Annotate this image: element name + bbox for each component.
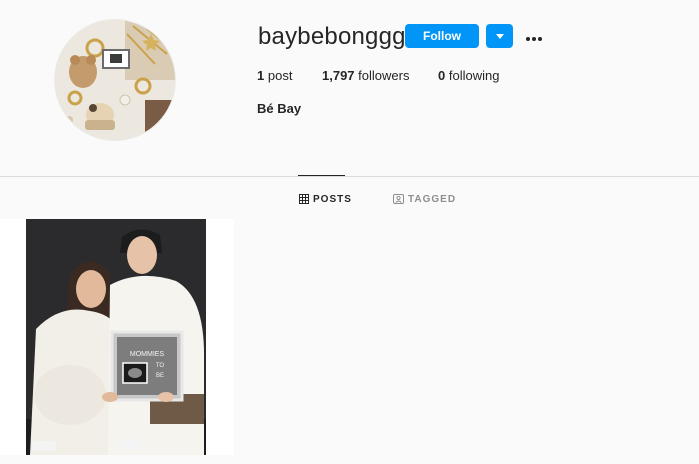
tag-user-icon <box>393 194 404 204</box>
ellipsis-icon <box>525 29 543 44</box>
posts-count: 1 <box>257 68 265 83</box>
grid-icon <box>299 194 309 204</box>
post-thumbnail[interactable]: MOMMIES TO BE <box>0 219 234 455</box>
suggested-accounts-button[interactable] <box>486 24 513 48</box>
tab-posts[interactable]: POSTS <box>299 192 352 206</box>
tab-tagged-label: TAGGED <box>408 193 457 205</box>
more-options-button[interactable] <box>522 26 546 46</box>
tab-tagged[interactable]: TAGGED <box>393 192 456 206</box>
profile-username: baybebonggg <box>258 23 406 50</box>
profile-page: baybebonggg Follow 1 post 1,797 follower… <box>0 0 699 464</box>
posts-count-stat: 1 post <box>257 68 292 84</box>
following-label: following <box>448 68 500 83</box>
avatar-image <box>55 20 175 140</box>
svg-text:BE: BE <box>156 373 164 379</box>
following-link[interactable]: 0 following <box>438 68 499 84</box>
active-tab-indicator <box>298 175 345 176</box>
profile-avatar[interactable] <box>55 20 175 140</box>
posts-label: post <box>267 68 293 83</box>
chevron-down-icon <box>495 33 504 39</box>
tabs-divider <box>0 176 699 177</box>
profile-full-name: Bé Bay <box>257 101 302 116</box>
post-image: MOMMIES TO BE <box>0 219 234 455</box>
post-board-text: MOMMIES <box>130 351 165 358</box>
followers-label: followers <box>358 68 410 83</box>
followers-count: 1,797 <box>322 68 355 83</box>
followers-link[interactable]: 1,797 followers <box>322 68 409 84</box>
svg-text:TO: TO <box>156 363 165 369</box>
follow-button[interactable]: Follow <box>405 24 479 48</box>
following-count: 0 <box>438 68 446 83</box>
tab-posts-label: POSTS <box>313 193 352 205</box>
